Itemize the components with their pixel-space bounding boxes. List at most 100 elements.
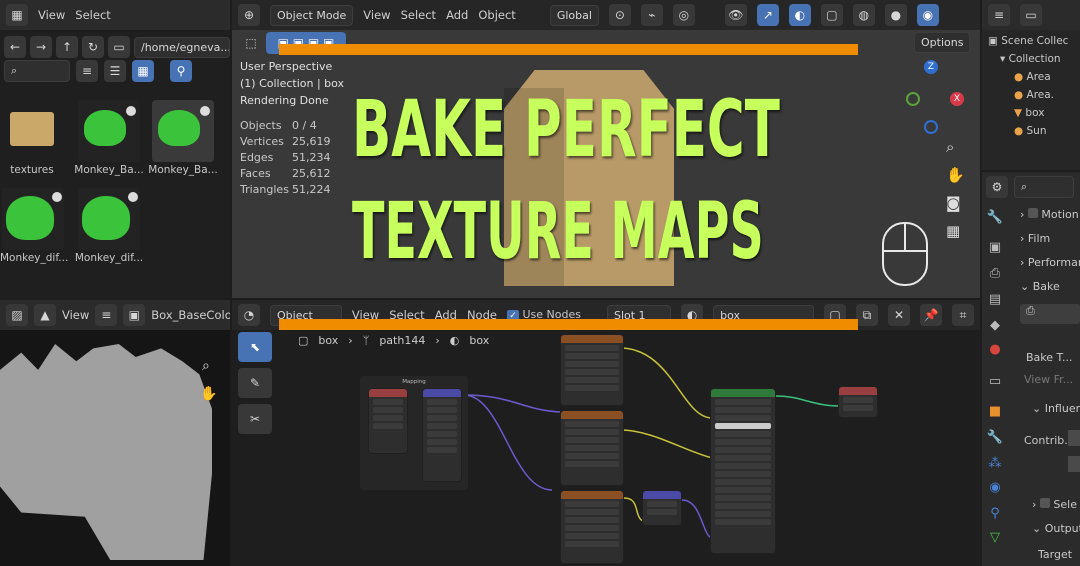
panel-output[interactable]: ⌄ Output [1032,522,1080,535]
normal-map-node[interactable] [642,490,682,526]
outliner-item[interactable]: ● Sun [988,122,1068,140]
tool-tab-icon[interactable]: 🔧 [986,208,1004,226]
material-output-node[interactable] [838,386,878,418]
new-folder-icon[interactable]: ▭ [108,36,130,58]
xray-icon[interactable]: ▢ [820,4,843,26]
editor-type-icon[interactable]: ≡ [988,4,1010,26]
image-mode-icon[interactable]: ▲ [34,304,56,326]
editor-type-icon[interactable]: ▨ [6,304,28,326]
filter-icon[interactable]: ⚲ [170,60,192,82]
node-editor[interactable]: ◔ Object View Select Add Node ✓ Use Node… [232,300,980,566]
menu-view[interactable]: View [62,308,89,322]
detail-view-icon[interactable]: ☰ [104,60,126,82]
image-item[interactable]: Monkey_Ba... [148,98,218,178]
image-texture-node-3[interactable] [560,490,624,564]
image-name-field[interactable]: Box_BaseColo [151,308,230,322]
scene-tab-icon[interactable]: ◆ [986,316,1004,334]
world-tab-icon[interactable]: ● [986,340,1004,358]
image-texture-node-2[interactable] [560,410,624,486]
view-layer-tab-icon[interactable]: ▤ [986,290,1004,308]
data-tab-icon[interactable]: ▽ [986,528,1004,546]
navigation-gizmo[interactable]: Z X [902,60,972,134]
render-tab-icon[interactable]: ▣ [986,238,1004,256]
camera-icon[interactable]: ◙ [946,194,965,212]
zoom-icon[interactable]: ⌕ [946,138,965,156]
outliner-item[interactable]: ▼ box [988,104,1068,122]
parent-dir-icon[interactable]: ↑ [56,36,78,58]
neg-z-dot[interactable] [924,120,938,134]
mapping-node[interactable] [422,388,462,482]
collection-tab-icon[interactable]: ▭ [986,372,1004,390]
select-tool-icon[interactable]: ⬚ [240,32,262,54]
zoom-icon[interactable]: ⌕ [202,358,210,374]
list-view-icon[interactable]: ≡ [76,60,98,82]
image-browse-icon[interactable]: ▣ [123,304,146,326]
gizmo-icon[interactable]: ↗ [756,4,779,26]
bake-button[interactable]: ⎙ [1020,304,1080,324]
thumbnail-view-icon[interactable]: ▦ [132,60,154,82]
rendered-shading-icon[interactable]: ◉ [916,4,939,26]
image-editor[interactable]: ▨ ▲ View ≡ ▣ Box_BaseColo ⌕ ✋ [0,300,230,566]
menu-add[interactable]: Add [446,8,468,22]
folder-item[interactable]: textures [4,98,60,178]
outliner-item[interactable]: ● Area [988,68,1068,86]
outliner-item[interactable]: ▾ Collection [988,50,1068,68]
object-tab-icon[interactable]: ■ [986,402,1004,420]
properties-search-input[interactable]: ⌕ [1014,176,1074,198]
pan-hand-icon[interactable]: ✋ [200,386,217,402]
image-texture-node-1[interactable] [560,334,624,406]
x-axis-dot[interactable]: X [950,92,964,106]
z-axis-dot[interactable]: Z [924,60,938,74]
panel-performance[interactable]: › Performan [1020,256,1080,269]
principled-bsdf-node[interactable] [710,388,776,554]
checkbox[interactable] [1027,208,1038,218]
output-tab-icon[interactable]: ⎙ [986,264,1004,282]
grid-icon[interactable]: ▦ [946,222,965,240]
refresh-icon[interactable]: ↻ [82,36,104,58]
texture-coordinate-node[interactable] [368,388,408,454]
options-dropdown[interactable]: Options [914,32,971,53]
modifier-tab-icon[interactable]: 🔧 [986,428,1004,446]
outliner-item[interactable]: ▣ Scene Collec [988,32,1068,50]
visibility-icon[interactable]: 👁 [724,4,747,26]
back-arrow-icon[interactable]: ← [4,36,26,58]
checkbox[interactable] [1039,498,1050,508]
wireframe-shading-icon[interactable]: ◍ [852,4,875,26]
image-item[interactable]: Monkey_dif... [0,186,68,266]
physics-tab-icon[interactable]: ◉ [986,478,1004,496]
menu-object[interactable]: Object [478,8,515,22]
proportional-icon[interactable]: ◎ [672,4,695,26]
panel-influence[interactable]: ⌄ Influen [1032,402,1080,415]
image-item[interactable]: Monkey_dif... [75,186,143,266]
panel-selected-to-active[interactable]: › Sele [1032,498,1077,511]
editor-type-icon[interactable]: ▦ [6,4,28,26]
pass-toggle[interactable] [1068,456,1080,472]
hamburger-icon[interactable]: ≡ [95,304,118,326]
panel-motion-blur[interactable]: › Motion [1020,208,1079,221]
solid-shading-icon[interactable]: ● [884,4,907,26]
transform-orientation-dropdown[interactable]: Global [549,4,599,26]
path-field[interactable]: /home/egneva... [134,36,230,58]
menu-view[interactable]: View [363,8,390,22]
snap-icon[interactable]: ⌁ [640,4,663,26]
particles-tab-icon[interactable]: ⁂ [986,454,1004,472]
pan-hand-icon[interactable]: ✋ [946,166,965,184]
editor-type-icon[interactable]: ⊕ [238,4,260,26]
y-axis-dot[interactable] [906,92,920,106]
menu-select[interactable]: Select [75,8,110,22]
contributions-toggle[interactable] [1068,430,1080,446]
overlay-icon[interactable]: ◐ [788,4,811,26]
constraints-tab-icon[interactable]: ⚲ [986,504,1004,522]
menu-select[interactable]: Select [401,8,436,22]
pivot-icon[interactable]: ⊙ [608,4,631,26]
forward-arrow-icon[interactable]: → [30,36,52,58]
panel-film[interactable]: › Film [1020,232,1050,245]
image-item[interactable]: Monkey_Ba... [74,98,144,178]
editor-type-icon[interactable]: ⚙ [986,176,1008,198]
object-mode-dropdown[interactable]: Object Mode [270,4,354,26]
outliner-item[interactable]: ● Area. [988,86,1068,104]
panel-bake[interactable]: ⌄ Bake [1020,280,1060,293]
file-search-input[interactable]: ⌕ [4,60,70,82]
display-mode-icon[interactable]: ▭ [1020,4,1042,26]
menu-view[interactable]: View [38,8,65,22]
